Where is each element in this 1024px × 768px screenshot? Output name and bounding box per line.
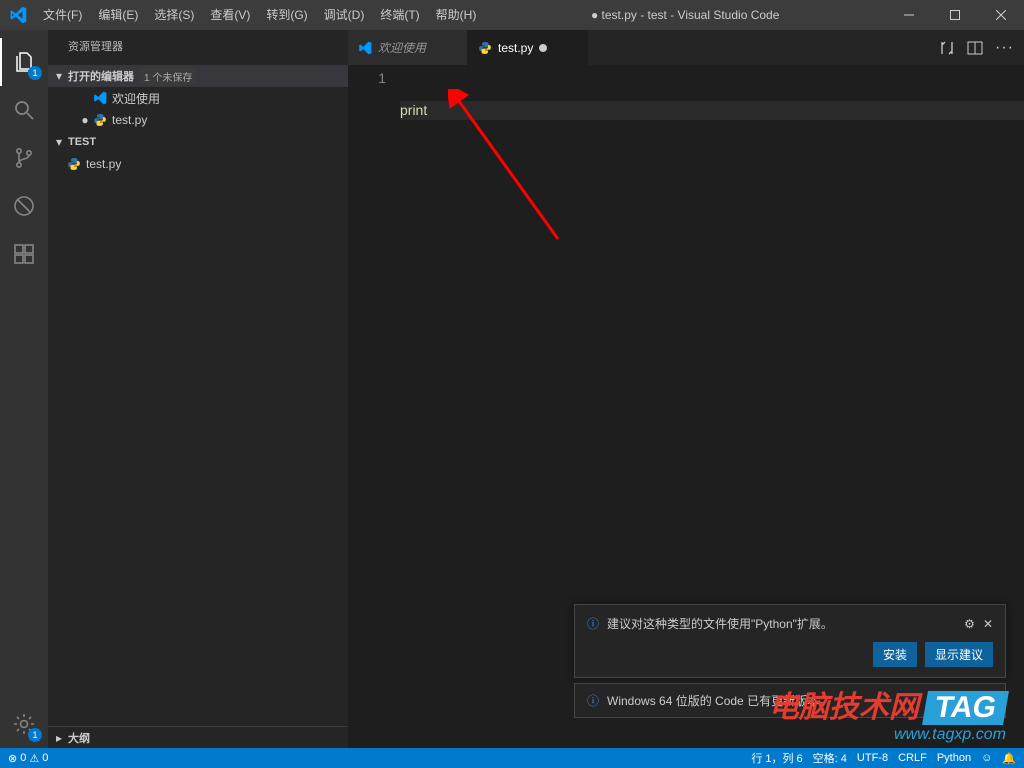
title-bar: 文件(F) 编辑(E) 选择(S) 查看(V) 转到(G) 调试(D) 终端(T…	[0, 0, 1024, 30]
dirty-indicator	[539, 44, 547, 52]
file-label: test.py	[86, 157, 121, 171]
python-icon	[478, 41, 492, 55]
vscode-icon	[9, 6, 27, 24]
compare-icon[interactable]	[939, 40, 955, 56]
warning-icon: ⚠	[29, 752, 39, 765]
tab-label: 欢迎使用	[378, 39, 426, 56]
menu-terminal[interactable]: 终端(T)	[372, 0, 427, 30]
section-open-editors[interactable]: ▾ 打开的编辑器 1 个未保存	[48, 65, 348, 87]
info-icon: ⓘ	[587, 615, 599, 632]
install-button[interactable]: 安装	[873, 642, 917, 667]
window-controls	[886, 0, 1024, 30]
search-icon	[12, 98, 36, 122]
line-number: 1	[348, 69, 386, 88]
minimize-button[interactable]	[886, 0, 932, 30]
section-outline[interactable]: ▸ 大纲	[48, 726, 348, 748]
bell-icon: 🔔	[1002, 752, 1016, 765]
activity-debug[interactable]	[0, 182, 48, 230]
activity-extensions[interactable]	[0, 230, 48, 278]
window-title: ● test.py - test - Visual Studio Code	[484, 8, 886, 22]
section-label: 大纲	[68, 730, 90, 746]
info-icon: ⓘ	[587, 692, 599, 709]
smiley-icon: ☺	[981, 752, 992, 764]
bug-icon	[12, 194, 36, 218]
sidebar-title: 资源管理器	[48, 30, 348, 65]
tab-testpy[interactable]: test.py	[468, 30, 588, 65]
section-folder[interactable]: ▾ TEST	[48, 131, 348, 153]
show-suggestions-button[interactable]: 显示建议	[925, 642, 993, 667]
gear-icon[interactable]: ⚙	[964, 617, 975, 631]
file-testpy[interactable]: test.py	[48, 153, 348, 175]
status-problems[interactable]: ⊗0 ⚠0	[8, 752, 48, 765]
open-editor-welcome[interactable]: 欢迎使用	[48, 87, 348, 109]
activity-settings[interactable]: 1	[0, 700, 48, 748]
maximize-button[interactable]	[932, 0, 978, 30]
vscode-icon	[92, 91, 108, 105]
tab-actions: ···	[929, 30, 1024, 65]
activity-explorer[interactable]: 1	[0, 38, 48, 86]
activity-bar: 1 1	[0, 30, 48, 748]
status-eol[interactable]: CRLF	[898, 752, 927, 764]
activity-search[interactable]	[0, 86, 48, 134]
tab-welcome[interactable]: 欢迎使用	[348, 30, 468, 65]
sidebar: 资源管理器 ▾ 打开的编辑器 1 个未保存 欢迎使用 ● test.py ▾ T…	[48, 30, 348, 748]
menu-selection[interactable]: 选择(S)	[146, 0, 202, 30]
python-icon	[66, 157, 82, 171]
menu-bar: 文件(F) 编辑(E) 选择(S) 查看(V) 转到(G) 调试(D) 终端(T…	[35, 0, 484, 30]
more-icon[interactable]: ···	[995, 39, 1014, 57]
status-cursor[interactable]: 行 1，列 6	[751, 750, 802, 766]
notification-message: Windows 64 位版的 Code 已有更新版本。	[607, 692, 993, 709]
notification-message: 建议对这种类型的文件使用"Python"扩展。	[607, 615, 956, 632]
notification-update: ⓘ Windows 64 位版的 Code 已有更新版本。	[574, 683, 1006, 718]
file-label: test.py	[112, 113, 147, 127]
menu-file[interactable]: 文件(F)	[35, 0, 90, 30]
vscode-icon	[358, 41, 372, 55]
code-line[interactable]: print	[400, 101, 1024, 120]
editor-area: 欢迎使用 test.py ··· 1 print	[348, 30, 1024, 748]
branch-icon	[12, 146, 36, 170]
status-notifications[interactable]: 🔔	[1002, 752, 1016, 765]
close-icon[interactable]: ✕	[983, 617, 993, 631]
open-editor-testpy[interactable]: ● test.py	[48, 109, 348, 131]
line-gutter: 1	[348, 65, 400, 748]
warning-count: 0	[42, 752, 48, 764]
activity-scm[interactable]	[0, 134, 48, 182]
status-feedback[interactable]: ☺	[981, 752, 992, 764]
settings-badge: 1	[28, 728, 42, 742]
menu-help[interactable]: 帮助(H)	[428, 0, 485, 30]
chevron-right-icon: ▸	[52, 731, 66, 745]
python-icon	[92, 113, 108, 127]
menu-go[interactable]: 转到(G)	[258, 0, 315, 30]
menu-debug[interactable]: 调试(D)	[316, 0, 373, 30]
file-label: 欢迎使用	[112, 90, 160, 107]
unsaved-count: 1 个未保存	[140, 68, 196, 85]
error-count: 0	[20, 752, 26, 764]
chevron-down-icon: ▾	[52, 69, 66, 83]
dirty-dot: ●	[78, 113, 92, 127]
tab-bar: 欢迎使用 test.py ···	[348, 30, 1024, 65]
close-button[interactable]	[978, 0, 1024, 30]
error-icon: ⊗	[8, 752, 17, 765]
status-bar: ⊗0 ⚠0 行 1，列 6 空格: 4 UTF-8 CRLF Python ☺ …	[0, 748, 1024, 768]
explorer-badge: 1	[28, 66, 42, 80]
menu-edit[interactable]: 编辑(E)	[90, 0, 146, 30]
status-indent[interactable]: 空格: 4	[813, 750, 847, 766]
extensions-icon	[12, 242, 36, 266]
split-editor-icon[interactable]	[967, 40, 983, 56]
status-language[interactable]: Python	[937, 752, 971, 764]
tab-label: test.py	[498, 41, 533, 55]
app-logo	[0, 6, 35, 24]
section-label: 打开的编辑器	[68, 68, 134, 84]
chevron-down-icon: ▾	[52, 135, 66, 149]
folder-label: TEST	[68, 136, 96, 148]
token-function: print	[400, 102, 427, 118]
menu-view[interactable]: 查看(V)	[202, 0, 258, 30]
notification-python-extension: ⓘ 建议对这种类型的文件使用"Python"扩展。 ⚙ ✕ 安装 显示建议	[574, 604, 1006, 678]
status-encoding[interactable]: UTF-8	[857, 752, 888, 764]
